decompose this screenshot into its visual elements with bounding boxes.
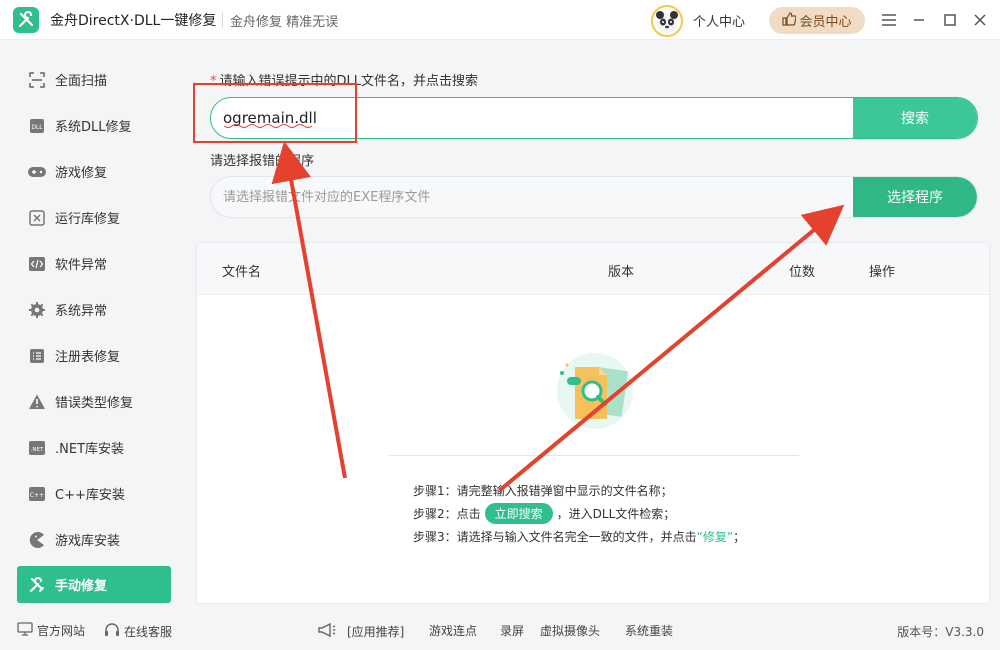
footer-link-virtual-camera[interactable]: 虚拟摄像头 xyxy=(540,622,600,639)
gamepad-icon xyxy=(27,162,47,182)
steps-divider xyxy=(389,455,799,456)
title-separator xyxy=(222,12,223,28)
footer-link-system-reinstall[interactable]: 系统重装 xyxy=(625,622,673,639)
title-bar: 金舟DirectX·DLL一键修复 金舟修复 精准无误 个人中心 会员中心 xyxy=(0,0,1000,40)
step-1: 步骤1：请完整输入报错弹窗中显示的文件名称； xyxy=(413,484,673,498)
app-title: 金舟DirectX·DLL一键修复 xyxy=(50,13,217,29)
sidebar-item-label: 运行库修复 xyxy=(55,212,121,227)
sidebar-item-label: 注册表修复 xyxy=(55,350,121,365)
sidebar-item-system-error[interactable]: 系统异常 xyxy=(17,291,171,328)
app-recommend[interactable]: [应用推荐] xyxy=(317,622,404,641)
column-bits: 位数 xyxy=(789,265,816,280)
maximize-icon[interactable] xyxy=(938,8,962,32)
sidebar-item-game-lib-install[interactable]: 游戏库安装 xyxy=(17,521,171,558)
app-logo-icon xyxy=(13,7,39,33)
official-site-link[interactable]: 官方网站 xyxy=(17,622,85,639)
program-select-label: 请选择报错的程序 xyxy=(210,154,315,169)
column-version: 版本 xyxy=(608,265,635,280)
cpp-icon: C++ xyxy=(27,484,47,504)
footer-link-screen-recorder[interactable]: 录屏 xyxy=(500,622,524,639)
sidebar-item-software-error[interactable]: 软件异常 xyxy=(17,245,171,282)
sidebar-item-cpp-install[interactable]: C++ C++库安装 xyxy=(17,475,171,512)
list-icon xyxy=(27,346,47,366)
step-3-repair-quote: “修复” xyxy=(696,530,734,544)
sidebar: 全面扫描 DLL 系统DLL修复 游戏修复 运行库修复 软件异常 系统异常 注册… xyxy=(0,40,188,610)
footer-link-auto-clicker[interactable]: 游戏连点 xyxy=(429,622,477,639)
annotation-highlight-box xyxy=(193,83,357,143)
step-3-suffix: ； xyxy=(733,530,746,544)
sidebar-item-full-scan[interactable]: 全面扫描 xyxy=(17,61,171,98)
step-2-suffix: ，进入DLL文件检索； xyxy=(556,507,676,521)
select-program-button[interactable]: 选择程序 xyxy=(853,177,977,217)
column-action: 操作 xyxy=(869,265,896,280)
sidebar-item-label: 游戏库安装 xyxy=(55,534,121,549)
scan-icon xyxy=(27,70,47,90)
vip-center-button[interactable]: 会员中心 xyxy=(769,7,865,34)
online-service-label: 在线客服 xyxy=(124,625,173,639)
thumbs-up-icon xyxy=(782,11,798,30)
avatar[interactable] xyxy=(651,5,683,37)
dotnet-icon: .NET xyxy=(27,438,47,458)
personal-center-link[interactable]: 个人中心 xyxy=(693,11,745,30)
sidebar-item-label: 系统DLL修复 xyxy=(55,120,132,135)
online-service-link[interactable]: 在线客服 xyxy=(104,622,172,641)
warning-icon xyxy=(27,392,47,412)
sidebar-item-error-type-repair[interactable]: 错误类型修复 xyxy=(17,383,171,420)
minimize-icon[interactable] xyxy=(907,8,931,32)
search-now-button[interactable]: 立即搜索 xyxy=(484,503,553,524)
skin-icon[interactable] xyxy=(877,8,901,32)
program-path-input[interactable] xyxy=(211,177,854,217)
sidebar-item-label: 游戏修复 xyxy=(55,166,108,181)
dll-icon: DLL xyxy=(27,116,47,136)
svg-text:.NET: .NET xyxy=(31,447,44,453)
app-recommend-label: [应用推荐] xyxy=(347,625,405,639)
megaphone-icon xyxy=(317,622,337,641)
sidebar-item-registry-repair[interactable]: 注册表修复 xyxy=(17,337,171,374)
svg-text:DLL: DLL xyxy=(31,124,43,131)
sidebar-item-dotnet-install[interactable]: .NET .NET库安装 xyxy=(17,429,171,466)
step-2: 步骤2：点击 立即搜索 ，进入DLL文件检索； xyxy=(413,503,675,524)
search-button[interactable]: 搜索 xyxy=(853,98,977,138)
sidebar-item-game-repair[interactable]: 游戏修复 xyxy=(17,153,171,190)
monitor-icon xyxy=(17,622,33,639)
close-icon[interactable] xyxy=(968,8,992,32)
sidebar-item-label: 软件异常 xyxy=(55,258,108,273)
sidebar-item-label: 错误类型修复 xyxy=(55,396,134,411)
sidebar-item-label: 全面扫描 xyxy=(55,74,108,89)
headset-icon xyxy=(104,622,120,641)
code-icon xyxy=(27,254,47,274)
sidebar-item-label: 手动修复 xyxy=(55,579,108,594)
step-2-prefix: 步骤2：点击 xyxy=(413,507,481,521)
table-header: 文件名 版本 位数 操作 xyxy=(197,243,989,295)
sidebar-item-label: 系统异常 xyxy=(55,304,108,319)
status-bar: 官方网站 在线客服 [应用推荐] 游戏连点 录屏 虚拟摄像头 系统重装 版本号：… xyxy=(0,610,1000,650)
pacman-icon xyxy=(27,530,47,550)
step-3-prefix: 步骤3：请选择与输入文件名完全一致的文件，并点击 xyxy=(413,530,697,544)
tools-icon xyxy=(27,575,47,595)
step-3: 步骤3：请选择与输入文件名完全一致的文件，并点击 “修复”； xyxy=(413,528,745,545)
svg-text:C++: C++ xyxy=(30,492,44,499)
version-label: 版本号：V3.3.0 xyxy=(897,625,984,639)
sidebar-item-system-dll[interactable]: DLL 系统DLL修复 xyxy=(17,107,171,144)
sidebar-item-label: C++库安装 xyxy=(55,488,125,503)
column-filename: 文件名 xyxy=(222,265,262,280)
program-select-bar: 选择程序 xyxy=(210,176,978,218)
result-table: 文件名 版本 位数 操作 步骤1：请完整输入报错弹窗中显示的文件名称； 步骤2：… xyxy=(196,242,990,604)
empty-search-illustration-icon xyxy=(545,345,645,435)
runtime-icon xyxy=(27,208,47,228)
sidebar-item-label: .NET库安装 xyxy=(55,442,125,457)
app-slogan: 金舟修复 精准无误 xyxy=(230,15,339,30)
sidebar-item-manual-repair[interactable]: 手动修复 xyxy=(17,566,171,603)
sidebar-item-runtime-repair[interactable]: 运行库修复 xyxy=(17,199,171,236)
vip-center-label: 会员中心 xyxy=(799,15,852,30)
gear-icon xyxy=(27,300,47,320)
official-site-label: 官方网站 xyxy=(37,624,86,638)
